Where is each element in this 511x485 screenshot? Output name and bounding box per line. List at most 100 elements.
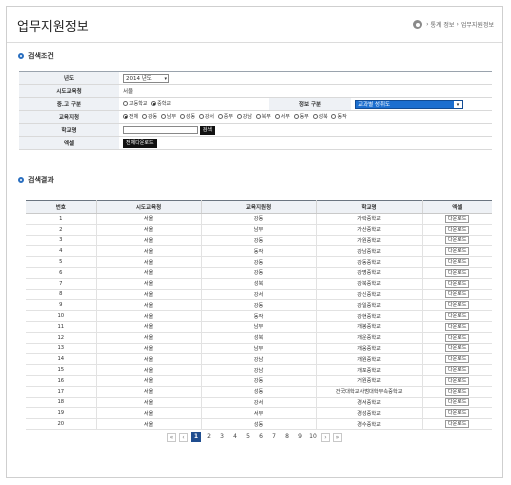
school-name-input[interactable] bbox=[123, 126, 198, 134]
office-value: 서울 bbox=[119, 84, 492, 98]
radio-district[interactable]: 강서 bbox=[198, 113, 214, 120]
radio-circle[interactable] bbox=[331, 114, 337, 119]
radio-label: 중부 bbox=[223, 114, 233, 120]
radio-district[interactable]: 중부 bbox=[217, 113, 233, 120]
table-header-row: 번호 시도교육청 교육지원청 학교명 엑셀 bbox=[26, 200, 492, 214]
download-button[interactable]: 다운로드 bbox=[445, 312, 470, 321]
cell-excel: 다운로드 bbox=[421, 407, 492, 420]
year-label: 년도 bbox=[19, 71, 119, 85]
radio-circle[interactable] bbox=[160, 114, 166, 119]
radio-label: 서부 bbox=[280, 114, 290, 120]
page-number[interactable]: 10 bbox=[308, 432, 318, 442]
page-number[interactable]: 1 bbox=[191, 432, 201, 442]
download-button[interactable]: 다운로드 bbox=[445, 355, 470, 364]
cell-school: 경성중학교 bbox=[315, 407, 422, 420]
info-type-select[interactable]: 교과별 성취도 ▾ bbox=[355, 99, 463, 109]
cell-district: 동작 bbox=[200, 245, 316, 258]
page-number[interactable]: 3 bbox=[217, 432, 227, 442]
search-section-title: 검색조건 bbox=[18, 51, 54, 61]
radio-middle-school[interactable]: 중학교 bbox=[151, 100, 171, 107]
search-button[interactable]: 검색 bbox=[199, 125, 215, 135]
radio-circle[interactable] bbox=[274, 114, 280, 119]
download-button[interactable]: 다운로드 bbox=[445, 268, 470, 277]
radio-district[interactable]: 동부 bbox=[293, 113, 309, 120]
radio-circle[interactable] bbox=[236, 114, 242, 119]
radio-district[interactable]: 강남 bbox=[236, 113, 252, 120]
cell-no: 12 bbox=[26, 332, 96, 344]
radio-district[interactable]: 성북 bbox=[312, 113, 328, 120]
cell-district: 남부 bbox=[200, 343, 316, 355]
page-number[interactable]: 5 bbox=[243, 432, 253, 442]
download-button[interactable]: 다운로드 bbox=[445, 366, 470, 375]
chevron-right-icon: › bbox=[426, 21, 429, 28]
radio-high-school[interactable]: 고등학교 bbox=[123, 100, 147, 107]
results-body: 1 서울 강동 가락중학교 다운로드 2 서울 남부 가산중학교 다운로드 3 서울 강동 가원중학교 다운… bbox=[26, 213, 492, 430]
bullet-icon bbox=[18, 53, 24, 59]
page-number[interactable]: 8 bbox=[282, 432, 292, 442]
radio-circle[interactable] bbox=[255, 114, 261, 119]
cell-excel: 다운로드 bbox=[421, 310, 492, 322]
cell-district: 강동 bbox=[200, 299, 316, 312]
radio-district[interactable]: 서부 bbox=[274, 113, 290, 120]
prev-page-icon[interactable]: ‹ bbox=[179, 432, 188, 442]
download-button[interactable]: 다운로드 bbox=[445, 290, 470, 299]
radio-circle[interactable] bbox=[123, 101, 128, 106]
radio-district[interactable]: 전체 bbox=[123, 113, 138, 120]
download-button[interactable]: 다운로드 bbox=[445, 420, 470, 429]
year-select[interactable]: 2014 년도 ▾ bbox=[123, 73, 169, 83]
cell-no: 19 bbox=[26, 407, 96, 420]
cell-office: 서울 bbox=[95, 245, 201, 258]
download-all-button[interactable]: 전체다운로드 bbox=[123, 138, 157, 148]
cell-school: 가락중학교 bbox=[315, 213, 422, 225]
first-page-icon[interactable]: « bbox=[167, 432, 176, 442]
radio-circle[interactable] bbox=[217, 114, 223, 119]
radio-circle[interactable] bbox=[312, 114, 318, 119]
download-button[interactable]: 다운로드 bbox=[445, 236, 470, 245]
page-number[interactable]: 6 bbox=[256, 432, 266, 442]
radio-district[interactable]: 강동 bbox=[141, 113, 157, 120]
radio-circle[interactable] bbox=[151, 101, 157, 106]
download-button[interactable]: 다운로드 bbox=[445, 409, 470, 418]
radio-circle[interactable] bbox=[293, 114, 299, 119]
page-header: 업무지원정보 › 통계 정보 › 업무지원정보 bbox=[7, 7, 502, 43]
download-button[interactable]: 다운로드 bbox=[445, 387, 470, 396]
radio-circle[interactable] bbox=[141, 114, 147, 119]
download-button[interactable]: 다운로드 bbox=[445, 214, 470, 223]
download-button[interactable]: 다운로드 bbox=[445, 258, 470, 267]
cell-excel: 다운로드 bbox=[421, 267, 492, 279]
col-header-school: 학교명 bbox=[315, 200, 422, 214]
download-button[interactable]: 다운로드 bbox=[445, 301, 470, 310]
download-button[interactable]: 다운로드 bbox=[445, 376, 470, 385]
next-page-icon[interactable]: › bbox=[321, 432, 330, 442]
page-number[interactable]: 4 bbox=[230, 432, 240, 442]
home-icon[interactable] bbox=[413, 20, 423, 29]
radio-circle[interactable] bbox=[198, 114, 204, 119]
radio-district[interactable]: 남부 bbox=[160, 113, 176, 120]
page-number[interactable]: 2 bbox=[204, 432, 214, 442]
radio-circle[interactable] bbox=[123, 114, 128, 119]
download-button[interactable]: 다운로드 bbox=[445, 322, 470, 331]
cell-no: 15 bbox=[26, 364, 96, 376]
radio-label: 동부 bbox=[299, 114, 309, 120]
download-button[interactable]: 다운로드 bbox=[445, 333, 470, 342]
radio-district[interactable]: 북부 bbox=[255, 113, 271, 120]
download-button[interactable]: 다운로드 bbox=[445, 279, 470, 288]
last-page-icon[interactable]: » bbox=[333, 432, 342, 442]
breadcrumb-item[interactable]: 통계 정보 bbox=[430, 20, 454, 29]
cell-district: 강동 bbox=[200, 213, 316, 225]
radio-circle[interactable] bbox=[179, 114, 185, 119]
table-row: 3 서울 강동 가원중학교 다운로드 bbox=[26, 235, 492, 247]
radio-district[interactable]: 성동 bbox=[179, 113, 195, 120]
download-button[interactable]: 다운로드 bbox=[445, 398, 470, 407]
table-row: 19 서울 서부 경성중학교 다운로드 bbox=[26, 407, 492, 420]
download-button[interactable]: 다운로드 bbox=[445, 247, 470, 256]
download-button[interactable]: 다운로드 bbox=[445, 225, 470, 234]
radio-district[interactable]: 동작 bbox=[331, 113, 347, 120]
page-number[interactable]: 7 bbox=[269, 432, 279, 442]
cell-excel: 다운로드 bbox=[421, 364, 492, 376]
chevron-down-icon: ▾ bbox=[454, 100, 462, 108]
page-number[interactable]: 9 bbox=[295, 432, 305, 442]
download-button[interactable]: 다운로드 bbox=[445, 344, 470, 353]
breadcrumb-item[interactable]: 업무지원정보 bbox=[461, 20, 494, 29]
radio-label: 중학교 bbox=[157, 101, 171, 107]
